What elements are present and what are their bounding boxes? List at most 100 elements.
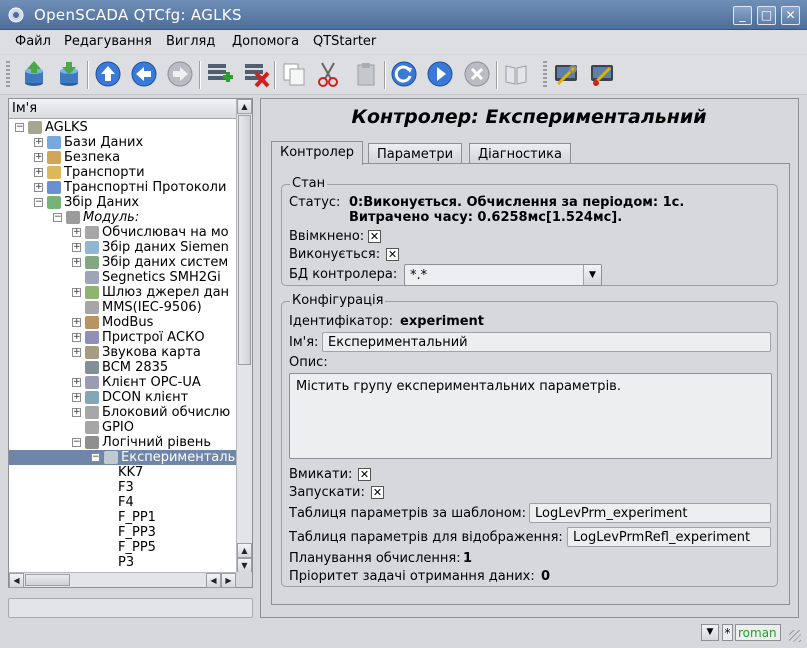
minimize-button[interactable]: _ (733, 6, 752, 25)
menu-view[interactable]: Вигляд (166, 34, 215, 49)
collapse-icon[interactable]: − (72, 438, 81, 447)
expand-icon[interactable]: + (72, 348, 81, 357)
tree-item[interactable]: + Збір даних систем (9, 255, 237, 270)
tree-item[interactable]: − Експериментальни (9, 450, 237, 465)
tree-item[interactable]: + Звукова карта (9, 345, 237, 360)
param-table-field[interactable]: LogLevPrm_experiment (529, 503, 771, 523)
manual-icon[interactable] (502, 59, 530, 89)
tree-item[interactable]: + Пристрої АСКО (9, 330, 237, 345)
db-save-icon[interactable] (55, 59, 83, 89)
expand-icon[interactable]: + (72, 228, 81, 237)
tree-item[interactable]: + Транспорти (9, 165, 237, 180)
tree-item[interactable]: − Збір Даних (9, 195, 237, 210)
expand-icon[interactable]: + (34, 153, 43, 162)
stop-icon[interactable] (463, 59, 491, 89)
refresh-icon[interactable] (390, 59, 418, 89)
expand-icon[interactable]: + (72, 333, 81, 342)
add-item-icon[interactable] (205, 59, 233, 89)
running-checkbox[interactable]: ✕ (386, 248, 399, 261)
config-tool2-icon[interactable] (588, 59, 616, 89)
description-textarea[interactable]: Містить групу експериментальних параметр… (289, 373, 772, 459)
toolbar-grip[interactable] (6, 61, 10, 89)
tree-item[interactable]: P3 (9, 555, 237, 570)
tree-item[interactable]: MMS(IEC-9506) (9, 300, 237, 315)
tree-item[interactable]: BCM 2835 (9, 360, 237, 375)
tree-vertical-scrollbar[interactable]: ▲ ▲ ▼ (236, 99, 252, 574)
db-load-icon[interactable] (20, 59, 48, 89)
forward-icon[interactable] (166, 59, 194, 89)
menu-help[interactable]: Допомога (232, 34, 299, 49)
delete-item-icon[interactable] (242, 59, 270, 89)
tree-item[interactable]: F4 (9, 495, 237, 510)
tab-controller[interactable]: Контролер (271, 141, 364, 165)
tree-item[interactable]: − Логічний рівень (9, 435, 237, 450)
tree-item[interactable]: + ModBus (9, 315, 237, 330)
expand-icon[interactable]: + (34, 168, 43, 177)
tree-item[interactable]: + Шлюз джерел дан (9, 285, 237, 300)
scroll-right-icon[interactable]: ▶ (221, 573, 236, 588)
tree-item[interactable]: − AGLKS (9, 120, 237, 135)
scroll-left-icon[interactable]: ◀ (206, 573, 221, 588)
scroll-left-icon[interactable]: ◀ (9, 573, 24, 588)
close-button[interactable]: ✕ (781, 6, 800, 25)
tree-item[interactable]: − Модуль: (9, 210, 237, 225)
expand-icon[interactable]: + (72, 408, 81, 417)
tree-item[interactable]: F_PP1 (9, 510, 237, 525)
tree-item[interactable]: + DCON клієнт (9, 390, 237, 405)
tree-item[interactable]: + Клієнт OPC-UA (9, 375, 237, 390)
tree-item[interactable]: + Транспортні Протоколи (9, 180, 237, 195)
tree-item[interactable]: F_PP3 (9, 525, 237, 540)
expand-icon[interactable]: + (72, 243, 81, 252)
tree-item[interactable]: + Обчислювач на мо (9, 225, 237, 240)
param-refl-table-field[interactable]: LogLevPrmRefl_experiment (567, 527, 771, 547)
start-icon[interactable] (426, 59, 454, 89)
tree-item[interactable]: + Збір даних Siemen (9, 240, 237, 255)
resize-grip[interactable] (789, 630, 801, 642)
copy-icon[interactable] (280, 59, 308, 89)
paste-icon[interactable] (352, 59, 380, 89)
tab-parameters[interactable]: Параметри (368, 143, 463, 164)
expand-icon[interactable]: + (72, 393, 81, 402)
tree-item[interactable]: Segnetics SMH2Gi (9, 270, 237, 285)
scroll-up-icon[interactable]: ▲ (237, 99, 252, 114)
tree-item[interactable]: + Бази Даних (9, 135, 237, 150)
maximize-button[interactable]: □ (757, 6, 776, 25)
tree-item[interactable]: GPIO (9, 420, 237, 435)
menu-edit[interactable]: Редагування (64, 34, 152, 49)
toolbar-grip[interactable] (543, 61, 547, 89)
expand-icon[interactable]: + (72, 258, 81, 267)
navigation-tree[interactable]: Ім'я − AGLKS + Бази Даних + Безпека + Транспорт… (8, 98, 253, 588)
expand-icon[interactable]: + (72, 378, 81, 387)
tree-item[interactable]: F_PP5 (9, 540, 237, 555)
tree-item[interactable]: + Безпека (9, 150, 237, 165)
config-tool-icon[interactable] (552, 59, 580, 89)
controller-db-select[interactable]: *.* ▼ (404, 264, 602, 286)
menu-file[interactable]: Файл (15, 34, 51, 49)
scroll-down-icon[interactable]: ▼ (237, 558, 252, 573)
collapse-icon[interactable]: − (53, 213, 62, 222)
expand-icon[interactable]: + (72, 288, 81, 297)
expand-icon[interactable]: + (34, 183, 43, 192)
collapse-icon[interactable]: − (91, 453, 100, 462)
status-menu-button[interactable]: ▼ (701, 624, 719, 641)
tree-body[interactable]: − AGLKS + Бази Даних + Безпека + Транспорти + Тра… (9, 119, 237, 574)
collapse-icon[interactable]: − (34, 198, 43, 207)
cut-icon[interactable] (314, 59, 342, 89)
chevron-down-icon[interactable]: ▼ (583, 265, 601, 285)
name-field[interactable]: Експериментальний (322, 332, 771, 352)
expand-icon[interactable]: + (34, 138, 43, 147)
user-indicator[interactable]: roman (735, 624, 781, 641)
scroll-up-icon[interactable]: ▲ (237, 543, 252, 558)
tree-horizontal-scrollbar[interactable]: ◀ ◀ ▶ (9, 572, 237, 588)
tree-item[interactable]: KK7 (9, 465, 237, 480)
enabled-checkbox[interactable]: ✕ (368, 230, 381, 243)
tree-vscroll-thumb[interactable] (238, 115, 251, 365)
tree-hscroll-thumb[interactable] (25, 574, 70, 586)
collapse-icon[interactable]: − (15, 123, 24, 132)
enable-checkbox[interactable]: ✕ (358, 468, 371, 481)
tree-item[interactable]: + Блоковий обчислю (9, 405, 237, 420)
back-icon[interactable] (130, 59, 158, 89)
tree-item[interactable]: F3 (9, 480, 237, 495)
menu-qtstarter[interactable]: QTStarter (313, 34, 376, 49)
tab-diagnostics[interactable]: Діагностика (469, 143, 572, 164)
